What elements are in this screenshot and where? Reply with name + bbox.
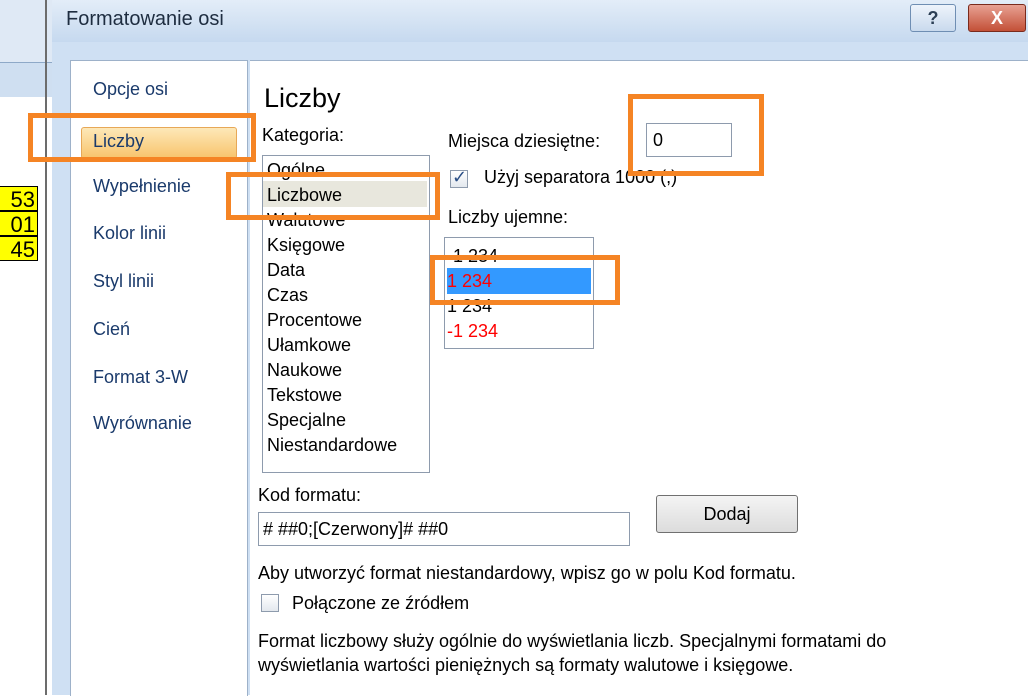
nav-item-3d-format[interactable]: Format 3-W <box>93 367 188 388</box>
checkmark-icon: ✓ <box>452 167 468 188</box>
negative-option[interactable]: -1 234 <box>445 319 591 343</box>
category-option[interactable]: Liczbowe <box>265 183 427 207</box>
dialog-title: Formatowanie osi <box>66 8 224 30</box>
help-button[interactable]: ? <box>910 4 956 32</box>
nav-item-line-color[interactable]: Kolor linii <box>93 223 166 244</box>
sheet-cell[interactable]: 45 <box>0 236 38 262</box>
nav-item-numbers[interactable]: Liczby <box>93 131 144 152</box>
nav-item-line-style[interactable]: Styl linii <box>93 271 154 292</box>
category-option[interactable]: Walutowe <box>265 208 427 232</box>
decimal-places-label: Miejsca dziesiętne: <box>448 131 601 151</box>
negative-numbers-listbox[interactable]: -1 234 1 234 1 234 -1 234 <box>444 237 594 349</box>
nav-item-shadow[interactable]: Cień <box>93 319 130 340</box>
custom-format-hint: Aby utworzyć format niestandardowy, wpis… <box>258 563 796 583</box>
category-option[interactable]: Ogólne <box>265 158 427 182</box>
sheet-cell[interactable]: 53 <box>0 186 38 212</box>
category-option[interactable]: Data <box>265 258 427 282</box>
category-option[interactable]: Tekstowe <box>265 383 427 407</box>
sheet-cell[interactable]: 01 <box>0 211 38 237</box>
background-spreadsheet: 53 01 45 <box>0 0 52 695</box>
description-line-2: wyświetlania wartości pieniężnych są for… <box>258 655 794 675</box>
category-listbox[interactable]: Ogólne Liczbowe Walutowe Księgowe Data C… <box>262 155 430 473</box>
category-option[interactable]: Specjalne <box>265 408 427 432</box>
category-option[interactable]: Procentowe <box>265 308 427 332</box>
category-option[interactable]: Czas <box>265 283 427 307</box>
category-label: Kategoria: <box>262 125 345 145</box>
negative-option[interactable]: -1 234 <box>445 244 591 268</box>
nav-item-alignment[interactable]: Wyrównanie <box>93 413 192 434</box>
thousands-separator-checkbox[interactable]: ✓ <box>450 167 468 188</box>
sheet-divider <box>45 0 47 695</box>
category-option[interactable]: Księgowe <box>265 233 427 257</box>
title-bar[interactable]: Formatowanie osi ? X <box>52 0 1028 42</box>
linked-to-source-checkbox[interactable] <box>261 594 279 612</box>
format-code-label: Kod formatu: <box>258 485 362 505</box>
linked-to-source-label: Połączone ze źródłem <box>292 593 470 613</box>
negative-numbers-label: Liczby ujemne: <box>448 207 569 227</box>
nav-item-fill[interactable]: Wypełnienie <box>93 176 191 197</box>
nav-item-axis-options[interactable]: Opcje osi <box>93 79 168 100</box>
category-option[interactable]: Naukowe <box>265 358 427 382</box>
category-option[interactable]: Ułamkowe <box>265 333 427 357</box>
negative-option[interactable]: 1 234 <box>445 269 591 293</box>
close-button[interactable]: X <box>968 4 1026 32</box>
format-axis-dialog: Formatowanie osi ? X Opcje osi Liczby Wy… <box>52 0 1028 696</box>
add-button[interactable]: Dodaj <box>656 495 798 533</box>
numbers-panel: Liczby Kategoria: Ogólne Liczbowe Waluto… <box>250 60 1028 696</box>
panel-heading: Liczby <box>264 83 341 113</box>
category-navigation: Opcje osi Liczby Wypełnienie Kolor linii… <box>70 60 248 696</box>
category-option[interactable]: Niestandardowe <box>265 433 427 457</box>
decimal-places-input[interactable]: 0 <box>646 123 732 157</box>
thousands-separator-label: Użyj separatora 1000 (,) <box>484 167 678 187</box>
negative-option[interactable]: 1 234 <box>445 294 591 318</box>
description-line-1: Format liczbowy służy ogólnie do wyświet… <box>258 631 887 651</box>
format-code-input[interactable]: # ##0;[Czerwony]# ##0 <box>258 512 630 546</box>
